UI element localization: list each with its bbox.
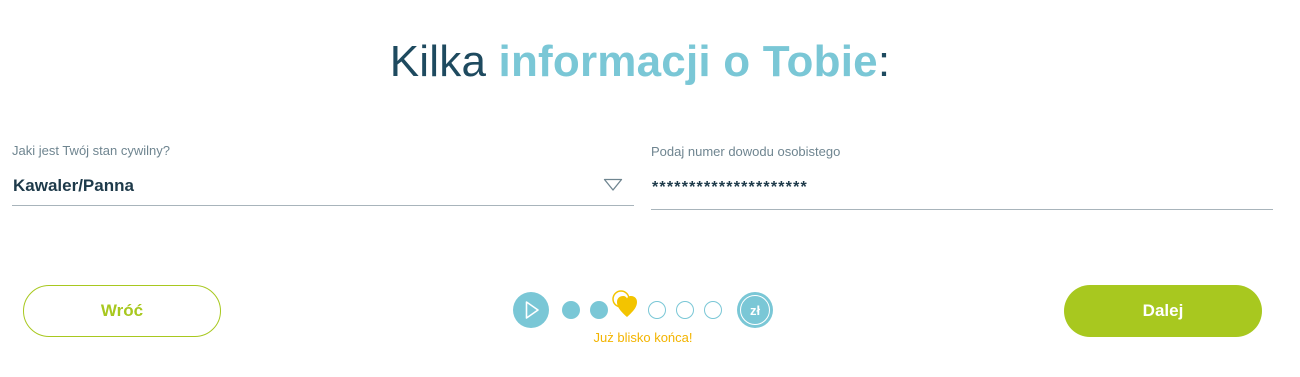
- id-number-label: Podaj numer dowodu osobistego: [651, 144, 841, 159]
- progress-step-2: [590, 301, 608, 319]
- chevron-down-icon[interactable]: [603, 178, 623, 192]
- progress-step-1: [562, 301, 580, 319]
- currency-step-icon: zł: [737, 292, 773, 328]
- marital-status-label: Jaki jest Twój stan cywilny?: [12, 143, 170, 158]
- next-button[interactable]: Dalej: [1064, 285, 1262, 337]
- currency-step-label: zł: [749, 302, 761, 318]
- page-title: Kilka informacji o Tobie:: [0, 32, 1280, 92]
- page-title-prefix: Kilka: [389, 37, 499, 86]
- page-title-suffix: :: [877, 37, 891, 86]
- heart-icon: [612, 290, 637, 317]
- marital-status-value[interactable]: Kawaler/Panna: [13, 175, 134, 197]
- id-number-underline: [651, 209, 1273, 210]
- id-number-field[interactable]: Podaj numer dowodu osobistego **********…: [651, 143, 1273, 213]
- progress-step-6: [704, 301, 722, 319]
- marital-status-select[interactable]: Jaki jest Twój stan cywilny? Kawaler/Pan…: [12, 143, 634, 209]
- progress-caption: Już blisko końca!: [593, 330, 693, 345]
- id-number-input[interactable]: *********************: [652, 177, 808, 199]
- progress-step-5: [676, 301, 694, 319]
- marital-status-underline: [12, 205, 634, 206]
- back-button[interactable]: Wróć: [23, 285, 221, 337]
- form-page: Kilka informacji o Tobie: Jaki jest Twój…: [0, 0, 1300, 377]
- play-icon: [513, 292, 549, 328]
- page-title-accent: informacji o Tobie: [498, 37, 878, 86]
- progress-step-4: [648, 301, 666, 319]
- progress-stepper: zł: [512, 290, 774, 330]
